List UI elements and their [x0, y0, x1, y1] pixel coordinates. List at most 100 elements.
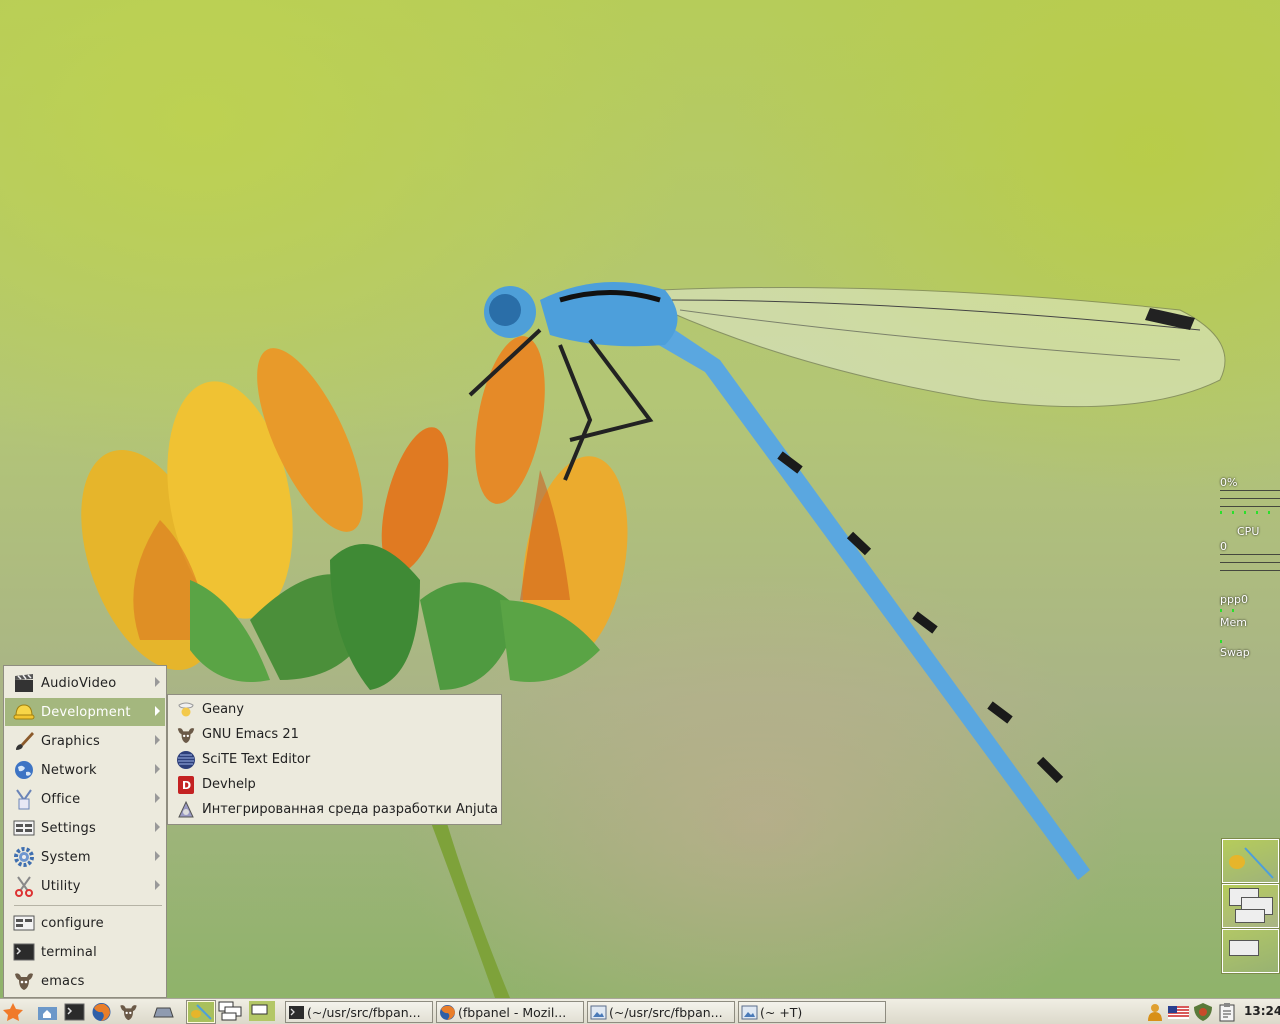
image-viewer-icon [741, 1005, 758, 1019]
clapperboard-icon [15, 674, 33, 692]
swap-graph [1220, 640, 1224, 643]
menu-item-office[interactable]: Office [5, 785, 165, 813]
terminal-icon [289, 1005, 304, 1019]
menu-item-utility[interactable]: Utility [5, 872, 165, 900]
submenu-item-geany[interactable]: Geany [169, 697, 500, 722]
task-title: (fbpanel - Mozil... [458, 1004, 567, 1020]
scite-icon [177, 750, 195, 769]
cpu-percent: 0% [1220, 476, 1238, 489]
gnu-icon[interactable] [118, 1002, 139, 1022]
menu-item-system[interactable]: System [5, 843, 165, 871]
task-button-viewer-2[interactable]: (~ +T) [738, 1001, 886, 1023]
image-viewer-icon [590, 1005, 607, 1019]
home-folder-icon[interactable] [37, 1002, 58, 1022]
svg-text:D: D [182, 779, 191, 792]
menu-item-terminal[interactable]: terminal [5, 938, 165, 966]
pager-desktop-3[interactable] [1222, 929, 1279, 973]
menu-item-development[interactable]: Development [5, 698, 165, 726]
user-icon[interactable] [1145, 1002, 1166, 1022]
gnu-icon [15, 973, 33, 990]
submenu-item-scite[interactable]: SciTE Text Editor [169, 747, 500, 772]
net-value: 0 [1220, 540, 1227, 553]
menu-item-label: Settings [41, 820, 96, 836]
cpu-graph-line [1220, 490, 1280, 491]
task-button-firefox[interactable]: (fbpanel - Mozil... [436, 1001, 584, 1023]
desktop-thumbnail-icon [218, 1001, 242, 1021]
swap-label: Swap [1220, 646, 1250, 659]
net-iface-label: ppp0 [1220, 593, 1248, 606]
gear-icon [14, 847, 34, 867]
menu-icon[interactable] [3, 1002, 24, 1022]
submenu-item-anjuta[interactable]: Интегрированная среда разработки Anjuta [169, 797, 500, 822]
menu-item-label: emacs [41, 973, 85, 989]
cpu-graph-line [1220, 498, 1280, 499]
cpu-graph-line [1220, 506, 1280, 507]
submenu-arrow-icon [155, 677, 160, 687]
submenu-item-label: SciTE Text Editor [202, 752, 311, 767]
pager-mini-window [1229, 940, 1259, 956]
desktop-switch-2[interactable] [217, 1000, 247, 1024]
task-title: (~ +T) [760, 1004, 803, 1020]
menu-item-network[interactable]: Network [5, 756, 165, 784]
submenu-item-devhelp[interactable]: D Devhelp [169, 772, 500, 797]
menu-item-audiovideo[interactable]: AudioVideo [5, 669, 165, 697]
menu-item-label: Office [41, 791, 81, 807]
submenu-item-label: Интегрированная среда разработки Anjuta [202, 802, 498, 817]
mem-label: Mem [1220, 616, 1247, 629]
task-button-viewer-1[interactable]: (~/usr/src/fbpan... [587, 1001, 735, 1023]
submenu-item-label: Devhelp [202, 777, 256, 792]
anjuta-icon [178, 800, 194, 817]
taskbar: (~/usr/src/fbpan... (fbpanel - Mozil... … [0, 998, 1280, 1024]
menu-item-settings[interactable]: Settings [5, 814, 165, 842]
desktop-switch-1[interactable] [186, 1000, 216, 1024]
menu-item-label: Graphics [41, 733, 101, 749]
menu-item-label: Development [41, 704, 131, 720]
development-submenu: Geany GNU Emacs 21 SciTE Text Editor D D… [167, 694, 502, 825]
mem-graph [1220, 609, 1244, 612]
submenu-arrow-icon [155, 706, 160, 716]
pager-desktop-2[interactable] [1222, 884, 1279, 928]
office-icon [16, 789, 32, 810]
submenu-arrow-icon [155, 735, 160, 745]
pager-desktop-1[interactable] [1222, 839, 1279, 883]
desktop-switch-3[interactable] [248, 1000, 278, 1024]
menu-item-graphics[interactable]: Graphics [5, 727, 165, 755]
task-button-terminal[interactable]: (~/usr/src/fbpan... [285, 1001, 433, 1023]
menu-item-label: AudioVideo [41, 675, 117, 691]
clock: 13:24 [1244, 1004, 1280, 1018]
pager-thumbnail-wallpaper [1229, 847, 1274, 879]
globe-icon [15, 761, 33, 779]
net-graph-line [1220, 570, 1280, 571]
settings-icon [13, 820, 35, 836]
dragonfly-flower-wallpaper [81, 282, 1226, 998]
show-desktop-icon[interactable] [153, 1002, 174, 1022]
firefox-icon[interactable] [91, 1002, 112, 1022]
shield-icon[interactable] [1193, 1002, 1214, 1022]
firefox-icon [440, 1004, 455, 1020]
clipboard-icon[interactable] [1217, 1002, 1238, 1022]
menu-separator [14, 905, 162, 906]
desktop-thumbnail-icon [249, 1001, 275, 1021]
configure-icon [13, 915, 35, 931]
us-flag-icon[interactable] [1168, 1002, 1189, 1022]
cpu-label: CPU [1237, 525, 1260, 538]
scissors-icon [15, 876, 33, 897]
submenu-item-gnu-emacs[interactable]: GNU Emacs 21 [169, 722, 500, 747]
menu-item-label: terminal [41, 944, 97, 960]
desktop-thumbnail-icon [188, 1002, 214, 1022]
menu-item-configure[interactable]: configure [5, 909, 165, 937]
net-graph-line [1220, 554, 1280, 555]
menu-item-label: Utility [41, 878, 81, 894]
terminal-icon[interactable] [64, 1002, 85, 1022]
submenu-item-label: Geany [202, 702, 244, 717]
geany-icon [178, 702, 194, 716]
submenu-arrow-icon [155, 851, 160, 861]
menu-item-label: configure [41, 915, 104, 931]
pager-mini-window [1235, 909, 1265, 923]
menu-item-label: System [41, 849, 91, 865]
menu-item-label: Network [41, 762, 97, 778]
desktop-wallpaper: 0% CPU 0 ppp0 Mem Swap [0, 0, 1280, 998]
paintbrush-icon [16, 732, 34, 750]
menu-item-emacs[interactable]: emacs [5, 967, 165, 995]
submenu-arrow-icon [155, 880, 160, 890]
